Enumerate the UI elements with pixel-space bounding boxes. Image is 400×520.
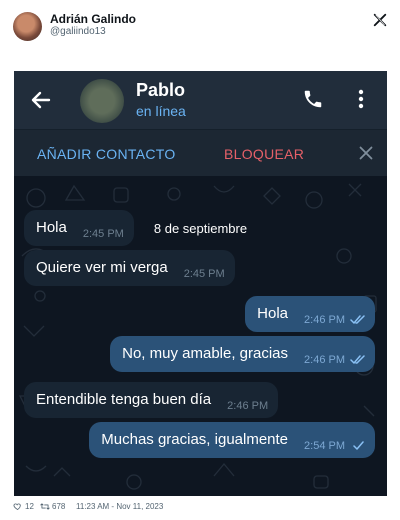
chat-header: Pablo en línea [14,71,387,129]
arrow-left-icon[interactable] [29,88,53,112]
message-text: Hola [36,219,67,236]
outgoing-message[interactable]: Muchas gracias, igualmente 2:54 PM [89,422,375,458]
close-icon[interactable] [359,146,373,160]
message-text: Muchas gracias, igualmente [101,431,289,448]
author-name[interactable]: Adrián Galindo [50,12,136,26]
message-time: 2:46 PM [304,314,345,326]
message-time: 2:46 PM [227,400,269,412]
message-time: 2:45 PM [82,228,124,240]
like-count: 12 [25,502,34,511]
phone-icon[interactable] [302,88,324,110]
heart-icon[interactable] [13,502,22,511]
block-button[interactable]: BLOQUEAR [224,146,304,162]
author-handle[interactable]: @galiindo13 [50,26,106,37]
check-icon [353,441,364,450]
message-text: Hola [257,305,289,322]
incoming-message[interactable]: Hola 2:45 PM [24,210,134,246]
contact-action-bar: AÑADIR CONTACTO BLOQUEAR [14,129,387,176]
message-text: Entendible tenga buen día [36,391,212,408]
message-time: 2:46 PM [304,354,345,366]
tweet-timestamp[interactable]: 11:23 AM - Nov 11, 2023 [76,502,163,511]
incoming-message[interactable]: Quiere ver mi verga 2:45 PM [24,250,235,286]
tweet-header: Adrián Galindo @galiindo13 [13,11,389,43]
more-vertical-icon[interactable] [356,88,366,110]
telegram-screenshot: Pablo en línea AÑADIR CONTACTO BLOQUEAR [14,71,387,496]
contact-name[interactable]: Pablo [136,80,185,101]
message-text: Quiere ver mi verga [36,259,168,276]
retweet-count: 678 [52,502,66,511]
chat-area[interactable]: 8 de septiembre Hola 2:45 PM Quiere ver mi… [14,176,387,496]
add-contact-button[interactable]: AÑADIR CONTACTO [37,146,176,162]
author-avatar[interactable] [13,12,42,41]
incoming-message[interactable]: Entendible tenga buen día 2:46 PM [24,382,279,418]
double-check-icon [350,355,365,364]
x-logo-icon[interactable] [373,13,387,27]
retweet-icon[interactable] [40,502,50,511]
outgoing-message[interactable]: No, muy amable, gracias 2:46 PM [110,336,375,372]
contact-avatar[interactable] [80,79,124,123]
message-text: No, muy amable, gracias [122,345,289,362]
double-check-icon [350,315,365,324]
tweet-footer: 12 678 11:23 AM - Nov 11, 2023 [13,501,389,515]
contact-status: en línea [136,103,186,119]
tweet-card: Adrián Galindo @galiindo13 Pablo en líne… [0,0,400,520]
message-time: 2:54 PM [304,440,345,452]
message-time: 2:45 PM [183,268,225,280]
outgoing-message[interactable]: Hola 2:46 PM [245,296,375,332]
